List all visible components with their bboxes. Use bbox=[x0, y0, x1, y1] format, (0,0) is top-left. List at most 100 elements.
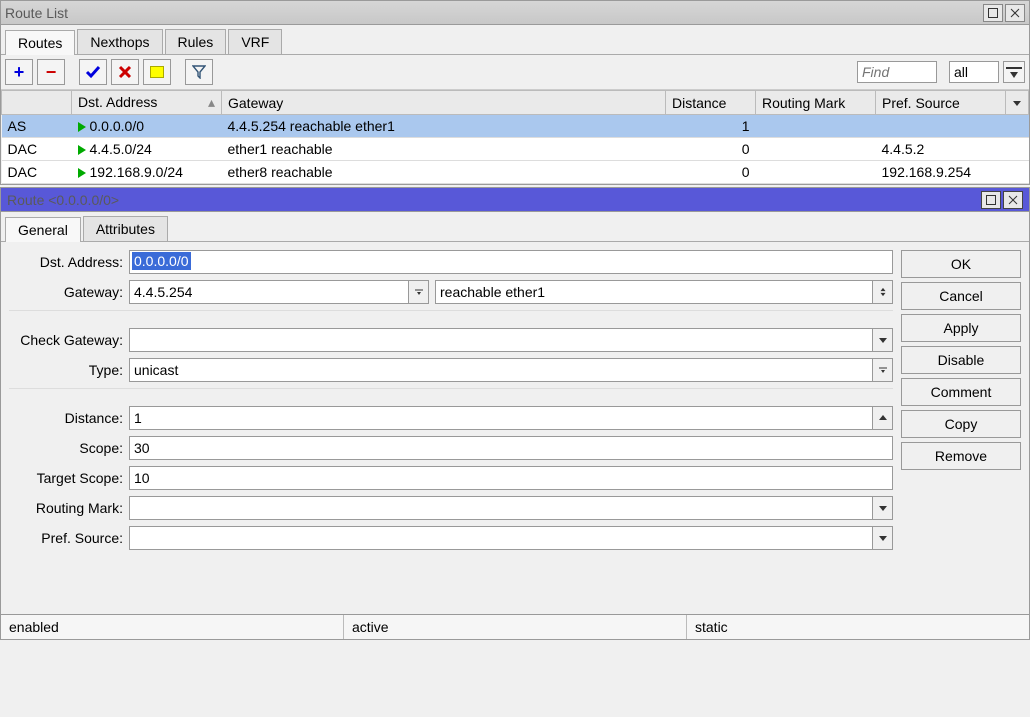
tab-vrf[interactable]: VRF bbox=[228, 29, 282, 54]
filter-button[interactable] bbox=[185, 59, 213, 85]
row-pref bbox=[876, 115, 1006, 138]
row-dst: 4.4.5.0/24 bbox=[72, 138, 222, 161]
row-mark bbox=[756, 138, 876, 161]
check-gateway-label: Check Gateway: bbox=[9, 332, 129, 348]
row-pad bbox=[1006, 138, 1029, 161]
cancel-button[interactable]: Cancel bbox=[901, 282, 1021, 310]
route-list-window: Route List Routes Nexthops Rules VRF + −… bbox=[0, 0, 1030, 185]
distance-input[interactable] bbox=[129, 406, 873, 430]
filter-select[interactable] bbox=[949, 61, 999, 83]
plus-icon: + bbox=[14, 62, 25, 83]
tab-routes[interactable]: Routes bbox=[5, 30, 75, 55]
find-input[interactable] bbox=[857, 61, 937, 83]
close-icon[interactable] bbox=[1005, 4, 1025, 22]
tab-general[interactable]: General bbox=[5, 217, 81, 242]
distance-label: Distance: bbox=[9, 410, 129, 426]
row-distance: 0 bbox=[666, 138, 756, 161]
routing-mark-input[interactable] bbox=[129, 496, 873, 520]
maximize-icon[interactable] bbox=[981, 191, 1001, 209]
route-list-tabs: Routes Nexthops Rules VRF bbox=[1, 25, 1029, 55]
scope-input[interactable] bbox=[129, 436, 893, 460]
dst-address-input[interactable]: 0.0.0.0/0 bbox=[129, 250, 893, 274]
comment-button[interactable]: Comment bbox=[901, 378, 1021, 406]
filter-dropdown-button[interactable] bbox=[1003, 61, 1025, 83]
type-input[interactable] bbox=[129, 358, 873, 382]
status-enabled: enabled bbox=[1, 615, 344, 639]
row-mark bbox=[756, 161, 876, 184]
dst-label: Dst. Address: bbox=[9, 254, 129, 270]
active-icon bbox=[78, 168, 86, 178]
table-row[interactable]: DAC4.4.5.0/24ether1 reachable04.4.5.2 bbox=[2, 138, 1029, 161]
scope-label: Scope: bbox=[9, 440, 129, 456]
dst-value: 0.0.0.0/0 bbox=[132, 252, 191, 270]
routing-mark-dropdown[interactable] bbox=[873, 496, 893, 520]
route-form: Dst. Address: 0.0.0.0/0 Gateway: Check G… bbox=[9, 250, 893, 606]
pref-source-input[interactable] bbox=[129, 526, 873, 550]
gateway-dropdown[interactable] bbox=[409, 280, 429, 304]
disable-button[interactable]: Disable bbox=[901, 346, 1021, 374]
active-icon bbox=[78, 122, 86, 132]
row-dst: 0.0.0.0/0 bbox=[72, 115, 222, 138]
check-icon bbox=[85, 64, 101, 80]
type-label: Type: bbox=[9, 362, 129, 378]
col-gateway[interactable]: Gateway bbox=[222, 91, 666, 115]
remove-button[interactable]: Remove bbox=[901, 442, 1021, 470]
gateway-input[interactable] bbox=[129, 280, 409, 304]
route-list-toolbar: + − bbox=[1, 55, 1029, 90]
note-icon bbox=[150, 66, 164, 78]
col-menu[interactable] bbox=[1006, 91, 1029, 115]
gateway-spin[interactable] bbox=[873, 280, 893, 304]
table-row[interactable]: AS0.0.0.0/04.4.5.254 reachable ether11 bbox=[2, 115, 1029, 138]
check-gateway-input[interactable] bbox=[129, 328, 873, 352]
type-dropdown[interactable] bbox=[873, 358, 893, 382]
minus-icon: − bbox=[46, 62, 57, 83]
row-distance: 0 bbox=[666, 161, 756, 184]
maximize-icon[interactable] bbox=[983, 4, 1003, 22]
route-list-titlebar[interactable]: Route List bbox=[1, 1, 1029, 25]
enable-button[interactable] bbox=[79, 59, 107, 85]
row-distance: 1 bbox=[666, 115, 756, 138]
row-dst: 192.168.9.0/24 bbox=[72, 161, 222, 184]
col-pref[interactable]: Pref. Source bbox=[876, 91, 1006, 115]
add-button[interactable]: + bbox=[5, 59, 33, 85]
row-pref: 4.4.5.2 bbox=[876, 138, 1006, 161]
copy-button[interactable]: Copy bbox=[901, 410, 1021, 438]
apply-button[interactable]: Apply bbox=[901, 314, 1021, 342]
distance-collapse[interactable] bbox=[873, 406, 893, 430]
row-pad bbox=[1006, 161, 1029, 184]
check-gateway-dropdown[interactable] bbox=[873, 328, 893, 352]
action-buttons: OK Cancel Apply Disable Comment Copy Rem… bbox=[901, 250, 1021, 606]
status-static: static bbox=[687, 615, 1029, 639]
col-mark[interactable]: Routing Mark bbox=[756, 91, 876, 115]
close-icon[interactable] bbox=[1003, 191, 1023, 209]
table-row[interactable]: DAC192.168.9.0/24ether8 reachable0192.16… bbox=[2, 161, 1029, 184]
pref-source-dropdown[interactable] bbox=[873, 526, 893, 550]
pref-source-label: Pref. Source: bbox=[9, 530, 129, 546]
route-detail-title: Route <0.0.0.0/0> bbox=[7, 192, 979, 208]
remove-button[interactable]: − bbox=[37, 59, 65, 85]
ok-button[interactable]: OK bbox=[901, 250, 1021, 278]
row-pad bbox=[1006, 115, 1029, 138]
route-detail-titlebar[interactable]: Route <0.0.0.0/0> bbox=[1, 188, 1029, 212]
status-bar: enabled active static bbox=[1, 614, 1029, 639]
tab-attributes[interactable]: Attributes bbox=[83, 216, 168, 241]
row-gateway: 4.4.5.254 reachable ether1 bbox=[222, 115, 666, 138]
target-scope-label: Target Scope: bbox=[9, 470, 129, 486]
col-distance[interactable]: Distance bbox=[666, 91, 756, 115]
route-table: Dst. Address▴ Gateway Distance Routing M… bbox=[1, 90, 1029, 184]
col-flags[interactable] bbox=[2, 91, 72, 115]
row-flag: DAC bbox=[2, 161, 72, 184]
x-icon bbox=[118, 65, 132, 79]
comment-button[interactable] bbox=[143, 59, 171, 85]
row-flag: DAC bbox=[2, 138, 72, 161]
active-icon bbox=[78, 145, 86, 155]
tab-nexthops[interactable]: Nexthops bbox=[77, 29, 162, 54]
target-scope-input[interactable] bbox=[129, 466, 893, 490]
row-pref: 192.168.9.254 bbox=[876, 161, 1006, 184]
status-active: active bbox=[344, 615, 687, 639]
col-dst[interactable]: Dst. Address▴ bbox=[72, 91, 222, 115]
row-flag: AS bbox=[2, 115, 72, 138]
disable-button[interactable] bbox=[111, 59, 139, 85]
routing-mark-label: Routing Mark: bbox=[9, 500, 129, 516]
tab-rules[interactable]: Rules bbox=[165, 29, 227, 54]
